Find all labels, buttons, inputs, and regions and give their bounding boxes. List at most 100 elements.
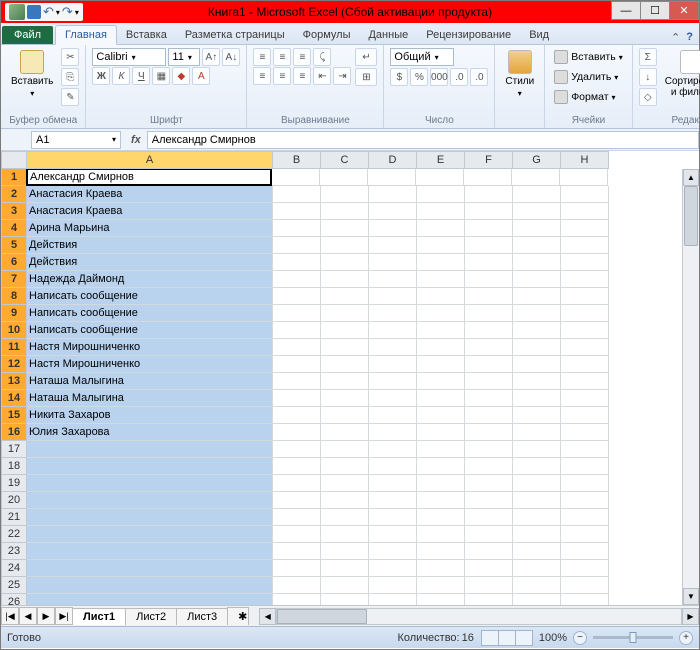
clear-icon[interactable]: ◇ <box>639 88 657 106</box>
cell[interactable] <box>369 594 417 605</box>
cell[interactable] <box>273 254 321 271</box>
last-sheet-icon[interactable]: ▶| <box>55 607 73 625</box>
number-format-combo[interactable]: Общий▾ <box>390 48 454 66</box>
cell[interactable] <box>561 186 609 203</box>
paste-button[interactable]: Вставить ▾ <box>7 48 57 100</box>
cell[interactable] <box>321 424 369 441</box>
delete-cells-button[interactable]: Удалить▾ <box>551 68 626 86</box>
cell[interactable] <box>321 594 369 605</box>
cell[interactable] <box>513 288 561 305</box>
cell[interactable] <box>369 458 417 475</box>
cell[interactable] <box>513 356 561 373</box>
cell[interactable] <box>321 356 369 373</box>
row-header[interactable]: 13 <box>1 373 27 390</box>
percent-icon[interactable]: % <box>410 68 428 86</box>
cell[interactable] <box>369 577 417 594</box>
currency-icon[interactable]: $ <box>390 68 408 86</box>
cell[interactable] <box>513 509 561 526</box>
cell[interactable] <box>273 407 321 424</box>
cell[interactable] <box>465 356 513 373</box>
close-button[interactable]: ✕ <box>669 1 699 20</box>
cell[interactable] <box>513 577 561 594</box>
cell[interactable] <box>273 594 321 605</box>
cell[interactable] <box>273 237 321 254</box>
grid-body[interactable]: 1Александр Смирнов2Анастасия Краева3Анас… <box>1 169 699 605</box>
row-header[interactable]: 26 <box>1 594 27 605</box>
cell[interactable] <box>369 322 417 339</box>
row-header[interactable]: 9 <box>1 305 27 322</box>
cell[interactable] <box>561 441 609 458</box>
minimize-ribbon-icon[interactable]: ⌃ <box>671 31 680 44</box>
cell[interactable] <box>561 322 609 339</box>
cell[interactable]: Александр Смирнов <box>26 169 272 186</box>
zoom-slider-knob[interactable] <box>630 632 637 643</box>
cell[interactable] <box>513 203 561 220</box>
cell[interactable] <box>321 373 369 390</box>
cell[interactable] <box>27 458 273 475</box>
cell[interactable] <box>561 526 609 543</box>
cell[interactable] <box>561 390 609 407</box>
maximize-button[interactable]: ☐ <box>640 1 670 20</box>
cell[interactable] <box>417 220 465 237</box>
cell[interactable] <box>465 203 513 220</box>
cell[interactable] <box>561 509 609 526</box>
cell[interactable] <box>369 407 417 424</box>
cell[interactable] <box>27 577 273 594</box>
cell[interactable] <box>513 458 561 475</box>
cell[interactable] <box>417 560 465 577</box>
cell[interactable]: Никита Захаров <box>27 407 273 424</box>
column-header-D[interactable]: D <box>369 151 417 169</box>
row-header[interactable]: 14 <box>1 390 27 407</box>
font-name-combo[interactable]: Calibri▾ <box>92 48 166 66</box>
row-header[interactable]: 16 <box>1 424 27 441</box>
cell[interactable] <box>561 424 609 441</box>
decrease-decimal-icon[interactable]: .0 <box>470 68 488 86</box>
cell[interactable] <box>27 492 273 509</box>
font-color-icon[interactable]: A <box>192 67 210 85</box>
cell[interactable] <box>513 305 561 322</box>
sheet-tab-1[interactable]: Лист1 <box>72 608 126 625</box>
orientation-icon[interactable]: ⤹ <box>313 48 331 66</box>
row-header[interactable]: 12 <box>1 356 27 373</box>
column-header-H[interactable]: H <box>561 151 609 169</box>
cell[interactable] <box>416 169 464 186</box>
cell[interactable] <box>417 594 465 605</box>
cell[interactable] <box>561 543 609 560</box>
format-cells-button[interactable]: Формат▾ <box>551 88 626 106</box>
merge-icon[interactable]: ⊞ <box>355 68 377 86</box>
italic-icon[interactable]: К <box>112 67 130 85</box>
cell[interactable] <box>273 458 321 475</box>
cell[interactable] <box>513 492 561 509</box>
row-header[interactable]: 8 <box>1 288 27 305</box>
cell[interactable] <box>417 492 465 509</box>
cell[interactable] <box>465 560 513 577</box>
column-header-E[interactable]: E <box>417 151 465 169</box>
cell[interactable] <box>27 509 273 526</box>
cell[interactable]: Анастасия Краева <box>27 186 273 203</box>
cell[interactable] <box>417 543 465 560</box>
cell[interactable] <box>273 560 321 577</box>
cell[interactable]: Юлия Захарова <box>27 424 273 441</box>
cell[interactable] <box>417 271 465 288</box>
qat-customize-icon[interactable]: ▾ <box>75 8 79 17</box>
cell[interactable] <box>465 526 513 543</box>
cell[interactable] <box>513 424 561 441</box>
row-header[interactable]: 22 <box>1 526 27 543</box>
cell[interactable] <box>321 441 369 458</box>
zoom-slider[interactable] <box>593 636 673 639</box>
row-header[interactable]: 5 <box>1 237 27 254</box>
sort-filter-button[interactable]: Сортировка и фильтр <box>661 48 700 100</box>
border-icon[interactable]: ▦ <box>152 67 170 85</box>
align-bottom-icon[interactable]: ≡ <box>293 48 311 66</box>
cell[interactable] <box>513 441 561 458</box>
cell[interactable] <box>273 186 321 203</box>
cell[interactable] <box>417 288 465 305</box>
cell[interactable] <box>273 339 321 356</box>
align-top-icon[interactable]: ≡ <box>253 48 271 66</box>
cell[interactable] <box>417 526 465 543</box>
cell[interactable] <box>321 390 369 407</box>
cell[interactable] <box>320 169 368 186</box>
cell[interactable] <box>321 271 369 288</box>
cell[interactable] <box>321 543 369 560</box>
cell[interactable] <box>465 237 513 254</box>
